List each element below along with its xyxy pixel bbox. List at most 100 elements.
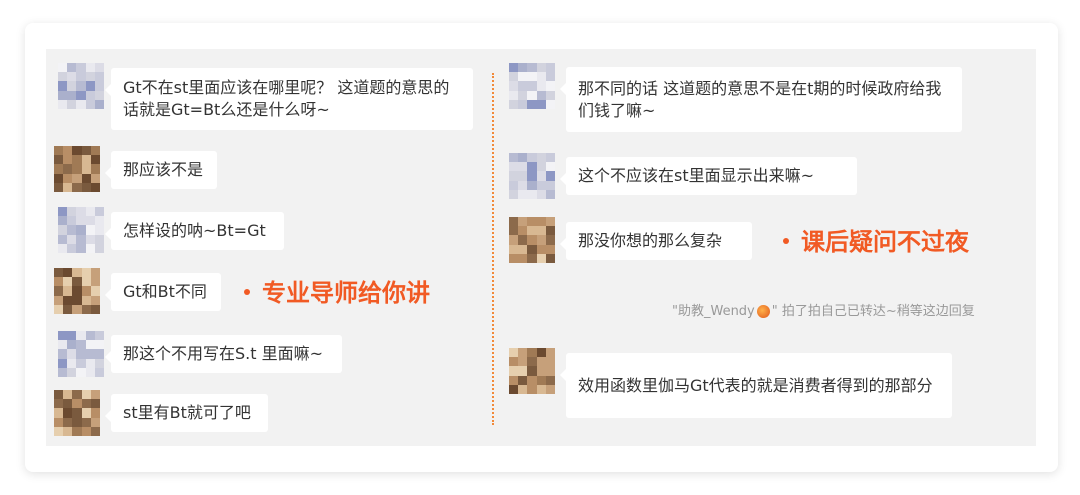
- avatar-pixel: [85, 81, 96, 91]
- avatar-pixel: [94, 63, 104, 73]
- avatar[interactable]: [509, 217, 555, 263]
- avatar-pixel: [54, 268, 64, 278]
- avatar-pixel: [76, 72, 86, 82]
- avatar-pixel: [63, 390, 73, 400]
- avatar[interactable]: [58, 63, 104, 109]
- tagline-left: 专业导师给你讲: [244, 278, 430, 308]
- avatar[interactable]: [54, 390, 100, 436]
- avatar-pixel: [63, 146, 73, 156]
- avatar-pixel: [76, 216, 86, 226]
- avatar-pixel: [545, 348, 555, 358]
- avatar-pixel: [72, 399, 82, 409]
- bullet-dot: [783, 238, 789, 244]
- message-bubble: 那不同的话 这道题的意思不是在t期的时候政府给我们钱了嘛~: [560, 67, 962, 132]
- avatar-pixel: [58, 225, 68, 235]
- avatar-pixel: [63, 277, 73, 287]
- avatar[interactable]: [509, 348, 555, 394]
- avatar-pixel: [518, 244, 528, 255]
- avatar-pixel: [545, 366, 555, 376]
- avatar-pixel: [545, 384, 555, 394]
- avatar-pixel: [527, 384, 537, 394]
- avatar-pixel: [67, 331, 77, 341]
- avatar-pixel: [54, 182, 64, 192]
- message-bubble: 那这个不用写在S.t 里面嘛~: [105, 335, 342, 373]
- avatar-pixel: [527, 235, 537, 245]
- avatar[interactable]: [54, 268, 100, 314]
- avatar-pixel: [509, 189, 519, 199]
- peach-emoji-icon: [756, 305, 770, 318]
- avatar-pixel: [518, 99, 528, 109]
- avatar-pixel: [58, 216, 68, 226]
- avatar-pixel: [63, 155, 73, 165]
- avatar[interactable]: [58, 207, 104, 253]
- avatar-pixel: [85, 99, 96, 109]
- avatar-pixel: [545, 375, 555, 386]
- avatar-pixel: [81, 182, 92, 192]
- avatar-pixel: [81, 295, 92, 306]
- message-text: 那不同的话 这道题的意思不是在t期的时候政府给我们钱了嘛~: [578, 78, 942, 120]
- avatar[interactable]: [509, 63, 555, 109]
- avatar-pixel: [85, 234, 96, 245]
- avatar-pixel: [518, 217, 528, 227]
- avatar-pixel: [518, 366, 528, 376]
- avatar-pixel: [509, 90, 519, 101]
- avatar-pixel: [81, 155, 92, 165]
- avatar-pixel: [90, 173, 100, 184]
- avatar-pixel: [536, 81, 547, 91]
- avatar-pixel: [85, 243, 96, 253]
- avatar-pixel: [58, 367, 68, 377]
- avatar-pixel: [509, 171, 519, 181]
- avatar-pixel: [545, 171, 555, 181]
- avatar-pixel: [90, 277, 100, 287]
- avatar-pixel: [76, 234, 86, 245]
- avatar-pixel: [90, 286, 100, 296]
- avatar-pixel: [76, 358, 86, 369]
- avatar-pixel: [509, 63, 519, 73]
- message-text: 怎样设的呐~Bt=Gt: [123, 221, 266, 240]
- avatar-pixel: [90, 268, 100, 278]
- avatar-pixel: [90, 182, 100, 192]
- avatar-pixel: [58, 90, 68, 101]
- avatar-pixel: [509, 366, 519, 376]
- avatar-pixel: [94, 349, 104, 359]
- avatar-pixel: [72, 408, 82, 418]
- avatar-pixel: [63, 295, 73, 306]
- avatar-pixel: [545, 63, 555, 73]
- avatar-pixel: [81, 408, 92, 418]
- avatar-pixel: [54, 417, 64, 428]
- avatar-pixel: [545, 153, 555, 163]
- avatar[interactable]: [54, 146, 100, 192]
- avatar-pixel: [67, 207, 77, 217]
- avatar-pixel: [518, 235, 528, 245]
- avatar[interactable]: [509, 153, 555, 199]
- tagline-right: 课后疑问不过夜: [783, 227, 969, 257]
- avatar-pixel: [81, 173, 92, 184]
- avatar-pixel: [72, 426, 82, 436]
- avatar-pixel: [85, 216, 96, 226]
- avatar-pixel: [63, 304, 73, 314]
- message-text: 那应该不是: [123, 160, 204, 179]
- tagline-text: 专业导师给你讲: [262, 279, 430, 307]
- avatar-pixel: [94, 216, 104, 226]
- avatar[interactable]: [58, 331, 104, 377]
- avatar-pixel: [54, 295, 64, 306]
- avatar-pixel: [90, 304, 100, 314]
- avatar-pixel: [54, 155, 64, 165]
- avatar-pixel: [67, 358, 77, 369]
- avatar-pixel: [67, 72, 77, 82]
- avatar-pixel: [81, 426, 92, 436]
- avatar-pixel: [509, 180, 519, 191]
- avatar-pixel: [72, 286, 82, 296]
- avatar-pixel: [54, 408, 64, 418]
- avatar-pixel: [63, 173, 73, 184]
- avatar-pixel: [67, 90, 77, 101]
- avatar-pixel: [81, 304, 92, 314]
- avatar-pixel: [54, 390, 64, 400]
- avatar-pixel: [509, 162, 519, 172]
- avatar-pixel: [527, 244, 537, 255]
- avatar-pixel: [545, 90, 555, 101]
- avatar-pixel: [81, 390, 92, 400]
- message-text: 效用函数里伽马Gt代表的就是消费者得到的那部分: [578, 375, 933, 395]
- avatar-pixel: [76, 81, 86, 91]
- avatar-pixel: [76, 225, 86, 235]
